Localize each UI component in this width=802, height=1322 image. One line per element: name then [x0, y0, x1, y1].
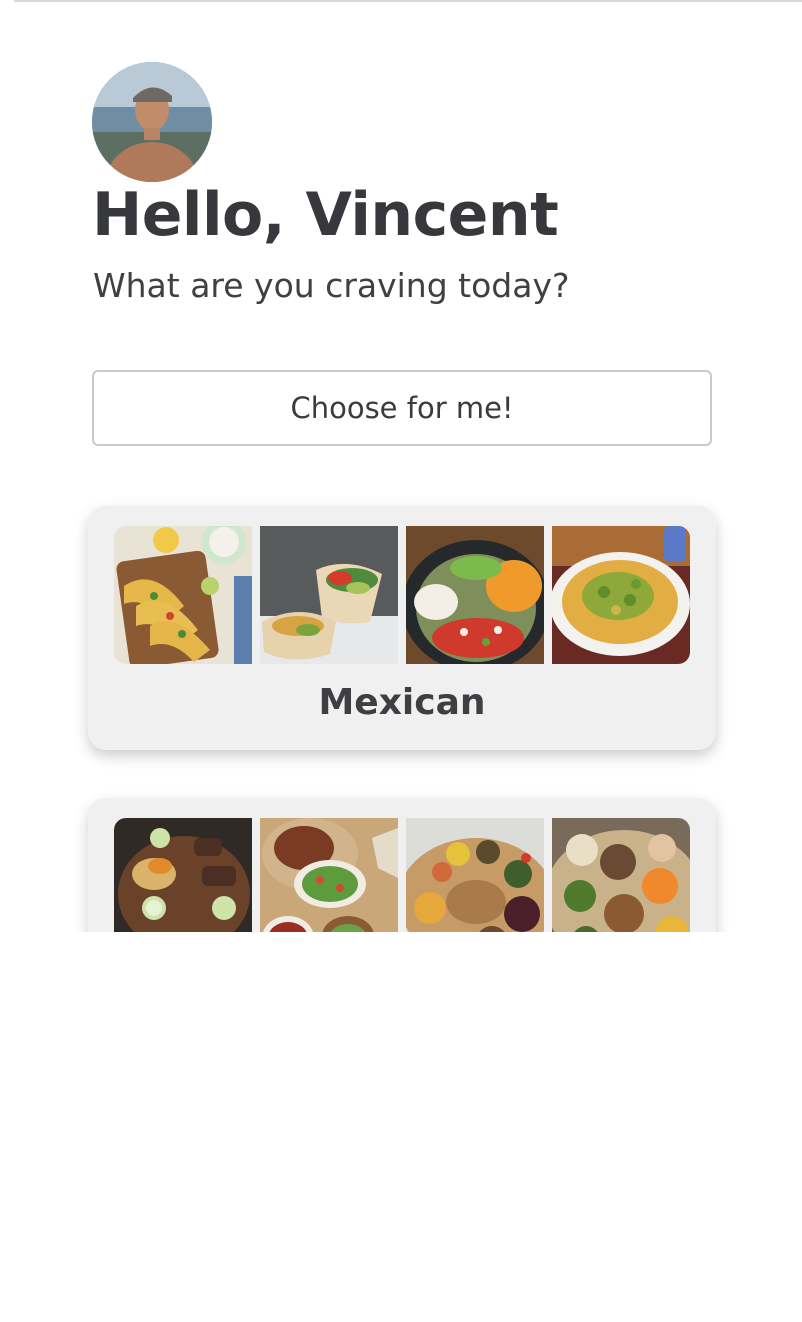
food-image — [260, 818, 398, 932]
food-image — [114, 526, 252, 664]
choose-for-me-button[interactable]: Choose for me! — [92, 370, 712, 446]
cuisine-card-mexican[interactable]: Mexican — [88, 506, 716, 750]
food-image — [260, 526, 398, 664]
cuisine-list[interactable]: Mexican — [0, 490, 802, 932]
greeting-heading: Hello, Vincent — [92, 180, 559, 250]
food-image — [552, 526, 690, 664]
avatar[interactable] — [92, 62, 212, 182]
food-image — [406, 818, 544, 932]
food-image — [552, 818, 690, 932]
food-image — [406, 526, 544, 664]
craving-prompt: What are you craving today? — [93, 266, 570, 305]
top-divider — [14, 0, 802, 2]
cuisine-thumbnails — [114, 818, 690, 932]
cuisine-thumbnails — [114, 526, 690, 664]
cuisine-card-ethiopian[interactable] — [88, 798, 716, 932]
avatar-photo — [92, 62, 212, 182]
cuisine-name: Mexican — [318, 682, 486, 723]
food-image — [114, 818, 252, 932]
